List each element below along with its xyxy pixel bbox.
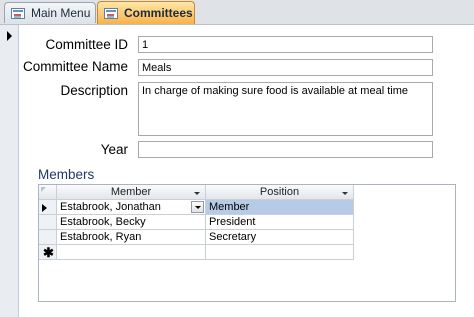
committee-name-field[interactable]: Meals [138,59,433,76]
committee-name-label: Committee Name [22,59,128,74]
table-cell-member[interactable]: Estabrook, Becky [57,215,206,230]
member-dropdown-button[interactable] [191,201,204,213]
sort-filter-arrow-icon[interactable] [194,192,200,195]
new-record-selector[interactable]: ✱ [39,245,57,260]
year-label: Year [100,142,128,157]
row-selector[interactable] [39,200,57,215]
row-selector[interactable] [39,215,57,230]
document-tab-bar: Main Menu Committees [0,0,474,25]
new-record-position-cell[interactable] [206,245,354,260]
members-label: Members [38,167,95,182]
select-all-corner[interactable] [39,185,57,200]
year-field[interactable] [138,141,433,158]
column-header-position[interactable]: Position [206,185,354,200]
table-cell-position[interactable]: Member [206,200,354,215]
record-selector[interactable] [0,25,19,317]
table-cell-member[interactable]: Estabrook, Ryan [57,230,206,245]
table-cell-position[interactable]: President [206,215,354,230]
tab-committees-label: Committees [124,6,193,20]
current-record-arrow-icon [7,31,12,41]
row-selector[interactable] [39,230,57,245]
new-record-icon: ✱ [43,245,54,260]
corner-triangle-icon [41,187,46,192]
new-record-member-cell[interactable] [57,245,206,260]
committee-id-field[interactable]: 1 [138,36,433,53]
form-icon [104,7,118,19]
description-label: Description [60,83,128,98]
column-header-member[interactable]: Member [57,185,206,200]
tab-main-menu[interactable]: Main Menu [4,2,96,23]
member-combo-value: Estabrook, Jonathan [60,201,161,213]
committee-id-label: Committee ID [45,37,128,52]
table-cell-member[interactable]: Estabrook, Jonathan [57,200,206,215]
description-field[interactable]: In charge of making sure food is availab… [138,82,433,136]
table-cell-position[interactable]: Secretary [206,230,354,245]
column-header-member-label: Member [110,186,152,198]
current-row-arrow-icon [42,204,47,212]
column-header-position-label: Position [259,186,300,198]
sort-filter-arrow-icon[interactable] [342,192,348,195]
tab-main-menu-label: Main Menu [31,6,91,20]
tab-committees[interactable]: Committees [97,1,195,24]
members-subform: Member Position Estabrook, Jonathan Memb… [38,184,456,302]
form-icon [11,7,25,19]
